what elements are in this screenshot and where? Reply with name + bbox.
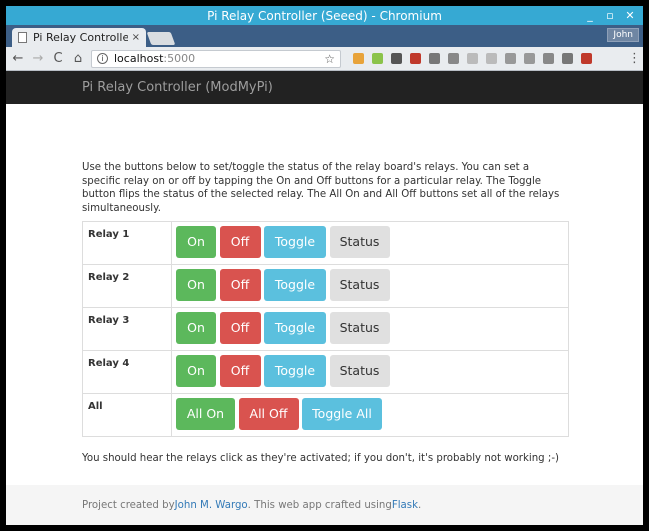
back-button[interactable]: ← (11, 51, 25, 66)
browser-window: Pi Relay Controller (Seeed) - Chromium _… (6, 6, 643, 525)
extension-icon[interactable] (562, 53, 573, 64)
table-row: All All On All Off Toggle All (82, 393, 569, 437)
flask-link[interactable]: Flask (392, 500, 418, 511)
relay-label: Relay 3 (82, 307, 172, 351)
relay-4-toggle-button[interactable]: Toggle (264, 355, 326, 387)
extension-icon[interactable] (353, 53, 364, 64)
relay-3-on-button[interactable]: On (176, 312, 216, 344)
extension-icon[interactable] (581, 53, 592, 64)
relay-3-status-button[interactable]: Status (329, 312, 390, 344)
footer-prefix: Project created by (82, 499, 175, 511)
window-controls: _ ▫ ✕ (583, 6, 637, 25)
relay-label: Relay 1 (82, 221, 172, 265)
intro-text: Use the buttons below to set/toggle the … (82, 162, 560, 214)
footer-suffix: . (418, 499, 422, 511)
relay-2-off-button[interactable]: Off (219, 269, 261, 301)
page-icon (18, 32, 27, 43)
all-on-button[interactable]: All On (176, 398, 235, 430)
extension-icon[interactable] (391, 53, 402, 64)
relay-4-status-button[interactable]: Status (329, 355, 390, 387)
bookmark-star-icon[interactable]: ☆ (324, 52, 335, 66)
relay-3-toggle-button[interactable]: Toggle (264, 312, 326, 344)
extension-icon[interactable] (543, 53, 554, 64)
minimize-button[interactable]: _ (583, 9, 597, 22)
author-link[interactable]: John M. Wargo (175, 500, 248, 511)
forward-button[interactable]: → (31, 51, 45, 66)
relay-3-off-button[interactable]: Off (219, 312, 261, 344)
extension-icon[interactable] (486, 53, 497, 64)
navbar: Pi Relay Controller (ModMyPi) (6, 71, 643, 104)
close-window-button[interactable]: ✕ (623, 9, 637, 22)
relay-table: Relay 1 On Off Toggle Status Relay 2 On … (82, 221, 569, 437)
extension-icon[interactable] (467, 53, 478, 64)
browser-toolbar: ← → C ⌂ i localhost :5000 ☆ ⋮ (6, 47, 643, 71)
all-label: All (82, 393, 172, 437)
relay-2-toggle-button[interactable]: Toggle (264, 269, 326, 301)
all-off-button[interactable]: All Off (238, 398, 299, 430)
all-buttons: All On All Off Toggle All (171, 393, 569, 437)
address-bar[interactable]: i localhost :5000 ☆ (91, 49, 341, 68)
relay-2-on-button[interactable]: On (176, 269, 216, 301)
browser-menu-icon[interactable]: ⋮ (628, 51, 641, 66)
web-page: Pi Relay Controller (ModMyPi) Use the bu… (6, 71, 643, 525)
extension-icon[interactable] (524, 53, 535, 64)
extension-icons (353, 53, 592, 64)
relay-label: Relay 2 (82, 264, 172, 308)
tab-strip: Pi Relay Controller × John (6, 25, 643, 47)
home-button[interactable]: ⌂ (71, 51, 85, 66)
relay-2-status-button[interactable]: Status (329, 269, 390, 301)
tab-title: Pi Relay Controller (33, 31, 128, 44)
extension-icon[interactable] (448, 53, 459, 64)
navbar-brand[interactable]: Pi Relay Controller (ModMyPi) (82, 80, 273, 95)
info-icon[interactable]: i (97, 53, 108, 64)
footer: Project created by John M. Wargo . This … (6, 485, 643, 525)
maximize-button[interactable]: ▫ (603, 9, 617, 22)
relay-1-off-button[interactable]: Off (219, 226, 261, 258)
extension-icon[interactable] (410, 53, 421, 64)
profile-button[interactable]: John (607, 28, 639, 42)
extension-icon[interactable] (505, 53, 516, 64)
relay-1-toggle-button[interactable]: Toggle (264, 226, 326, 258)
new-tab-button[interactable] (146, 32, 176, 45)
note-text: You should hear the relays click as they… (82, 453, 559, 464)
relay-buttons: On Off Toggle Status (171, 221, 569, 265)
toggle-all-button[interactable]: Toggle All (302, 398, 382, 430)
footer-middle: . This web app crafted using (247, 499, 392, 511)
main-content: Use the buttons below to set/toggle the … (82, 161, 569, 464)
relay-label: Relay 4 (82, 350, 172, 394)
reload-button[interactable]: C (51, 51, 65, 66)
table-row: Relay 4 On Off Toggle Status (82, 350, 569, 394)
relay-buttons: On Off Toggle Status (171, 307, 569, 351)
table-row: Relay 1 On Off Toggle Status (82, 221, 569, 265)
relay-1-status-button[interactable]: Status (329, 226, 390, 258)
tab-close-icon[interactable]: × (132, 32, 140, 43)
url-port: :5000 (163, 52, 196, 65)
extension-icon[interactable] (372, 53, 383, 64)
relay-buttons: On Off Toggle Status (171, 264, 569, 308)
window-titlebar: Pi Relay Controller (Seeed) - Chromium _… (6, 6, 643, 25)
relay-1-on-button[interactable]: On (176, 226, 216, 258)
window-title: Pi Relay Controller (Seeed) - Chromium (207, 8, 442, 23)
relay-4-on-button[interactable]: On (176, 355, 216, 387)
relay-4-off-button[interactable]: Off (219, 355, 261, 387)
table-row: Relay 2 On Off Toggle Status (82, 264, 569, 308)
tab-pi-relay-controller[interactable]: Pi Relay Controller × (12, 28, 146, 47)
extension-icon[interactable] (429, 53, 440, 64)
table-row: Relay 3 On Off Toggle Status (82, 307, 569, 351)
relay-buttons: On Off Toggle Status (171, 350, 569, 394)
url-host: localhost (114, 52, 164, 65)
